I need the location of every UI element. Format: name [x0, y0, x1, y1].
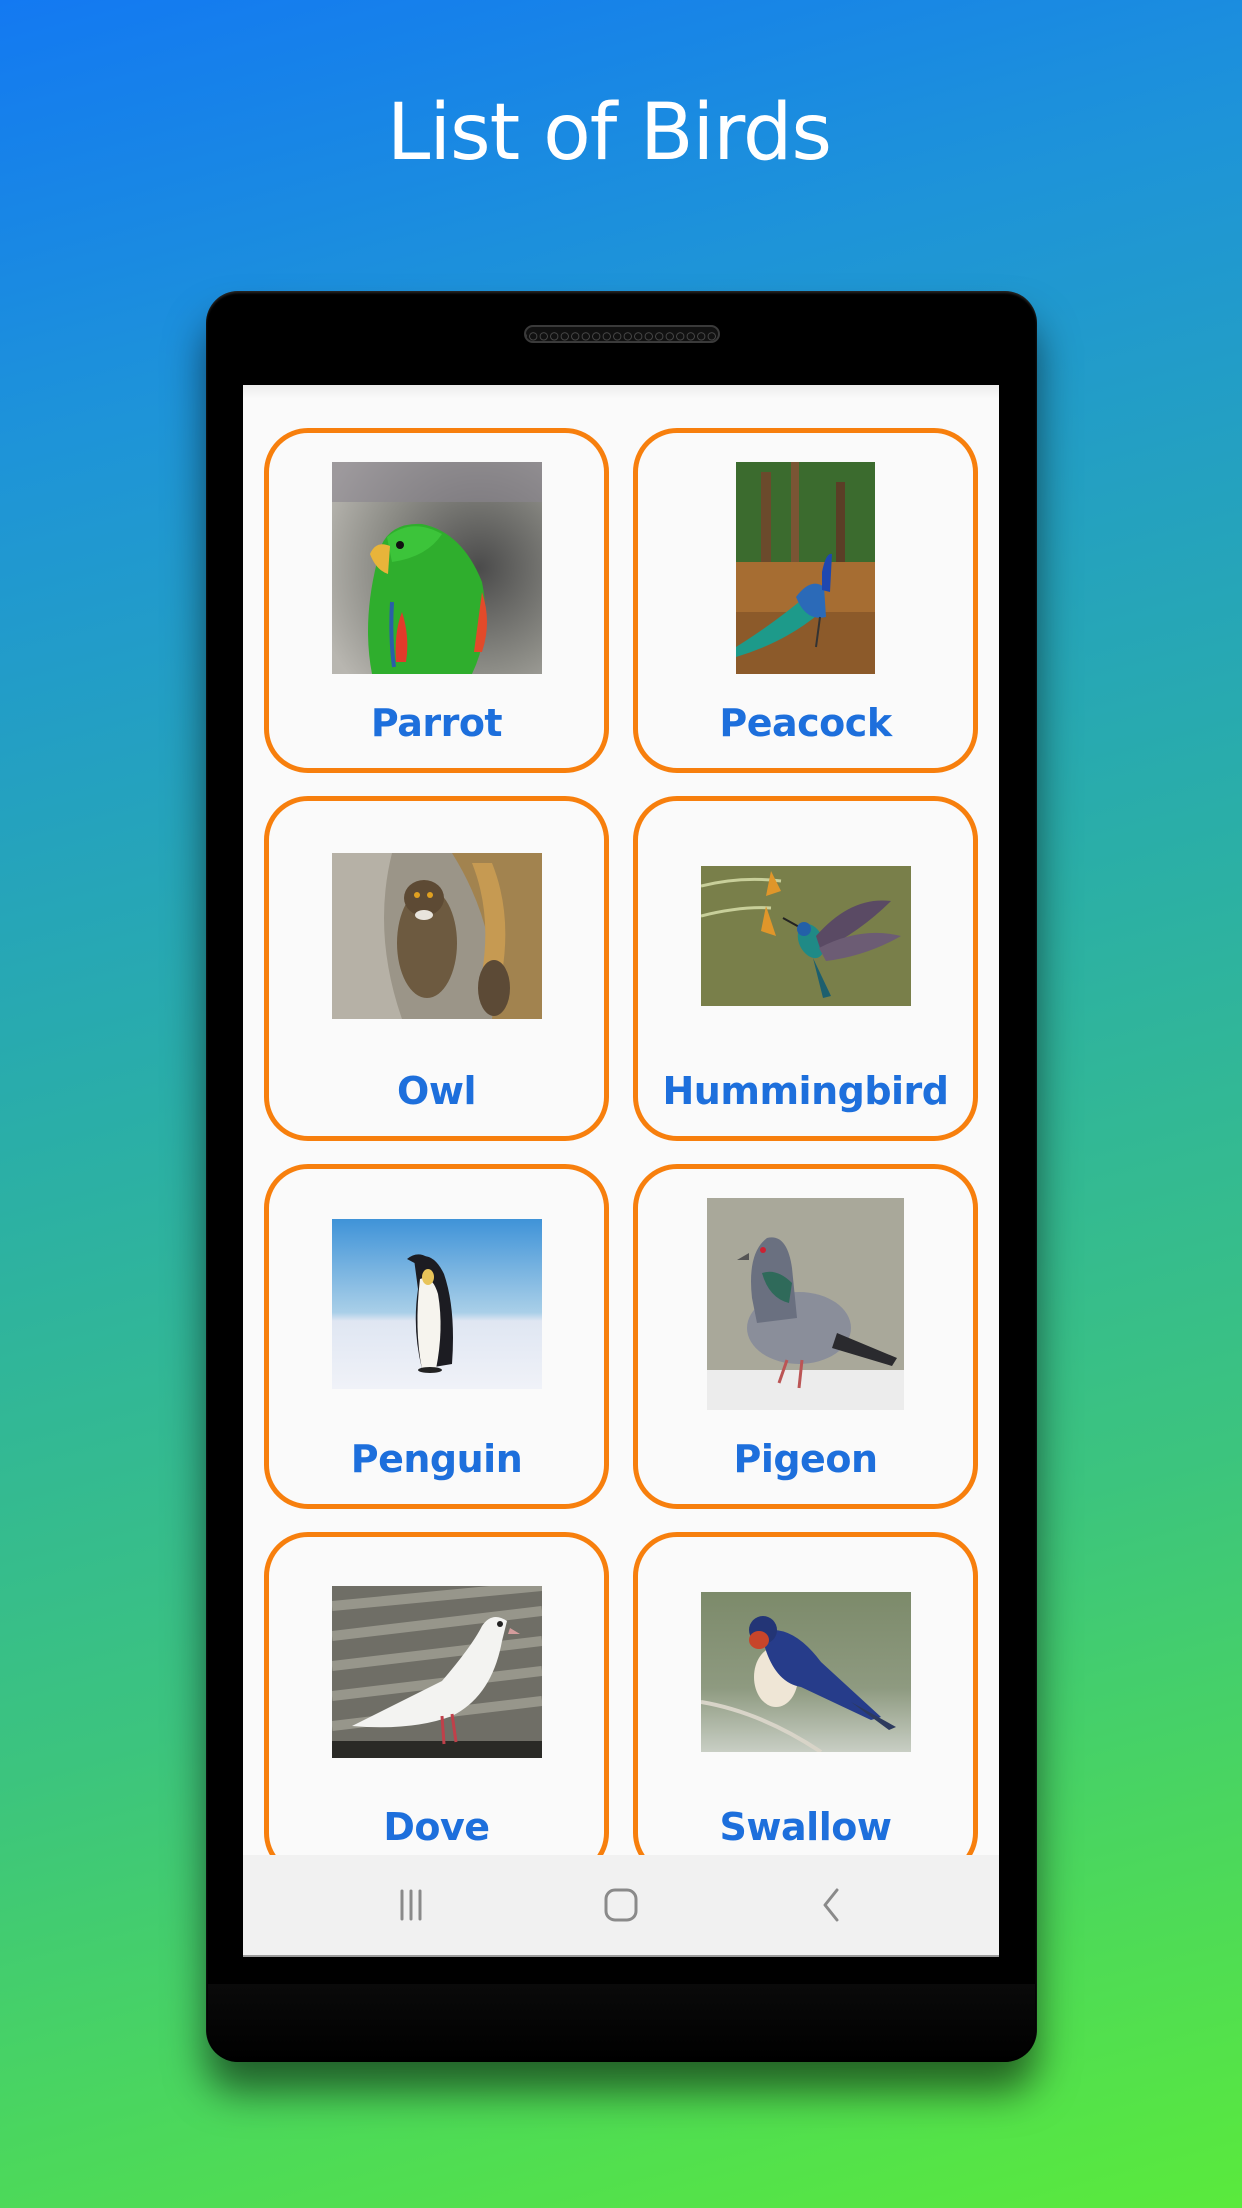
bird-name: Pigeon	[733, 1437, 878, 1481]
bird-card-owl[interactable]: Owl	[264, 796, 609, 1141]
hummingbird-photo	[700, 866, 911, 1006]
phone-speaker	[524, 325, 720, 343]
bird-name: Hummingbird	[662, 1069, 950, 1113]
bird-card-parrot[interactable]: Parrot	[264, 428, 609, 773]
phone-chin	[208, 1984, 1035, 2062]
bird-name: Owl	[397, 1069, 476, 1113]
bird-grid: Parrot Peacock Owl Hummingbird Penguin P…	[264, 428, 978, 1877]
bird-card-swallow[interactable]: Swallow	[633, 1532, 978, 1877]
bird-card-penguin[interactable]: Penguin	[264, 1164, 609, 1509]
recent-apps-icon	[400, 1889, 422, 1921]
phone-frame: Parrot Peacock Owl Hummingbird Penguin P…	[206, 291, 1037, 2062]
bird-card-hummingbird[interactable]: Hummingbird	[633, 796, 978, 1141]
bird-card-peacock[interactable]: Peacock	[633, 428, 978, 773]
phone-screen: Parrot Peacock Owl Hummingbird Penguin P…	[243, 385, 999, 1957]
status-shade	[243, 385, 999, 399]
bird-card-dove[interactable]: Dove	[264, 1532, 609, 1877]
parrot-photo	[331, 462, 542, 674]
system-nav-bar	[243, 1855, 999, 1957]
bird-name: Dove	[383, 1805, 490, 1849]
bird-list-scroll[interactable]: Parrot Peacock Owl Hummingbird Penguin P…	[243, 385, 999, 1928]
pigeon-photo	[707, 1198, 904, 1410]
bird-name: Parrot	[370, 701, 503, 745]
dove-photo	[331, 1586, 542, 1758]
back-icon	[823, 1888, 839, 1922]
recent-apps-button[interactable]	[351, 1855, 471, 1955]
bird-name: Penguin	[350, 1437, 523, 1481]
bird-name: Swallow	[719, 1805, 892, 1849]
bird-name: Peacock	[719, 701, 892, 745]
home-button[interactable]	[561, 1855, 681, 1955]
back-button[interactable]	[771, 1855, 891, 1955]
peacock-photo	[736, 462, 875, 674]
swallow-photo	[700, 1592, 911, 1752]
page-title: List of Birds	[386, 88, 832, 178]
bird-card-pigeon[interactable]: Pigeon	[633, 1164, 978, 1509]
home-icon	[604, 1888, 638, 1922]
owl-photo	[331, 853, 542, 1019]
penguin-photo	[331, 1219, 542, 1389]
